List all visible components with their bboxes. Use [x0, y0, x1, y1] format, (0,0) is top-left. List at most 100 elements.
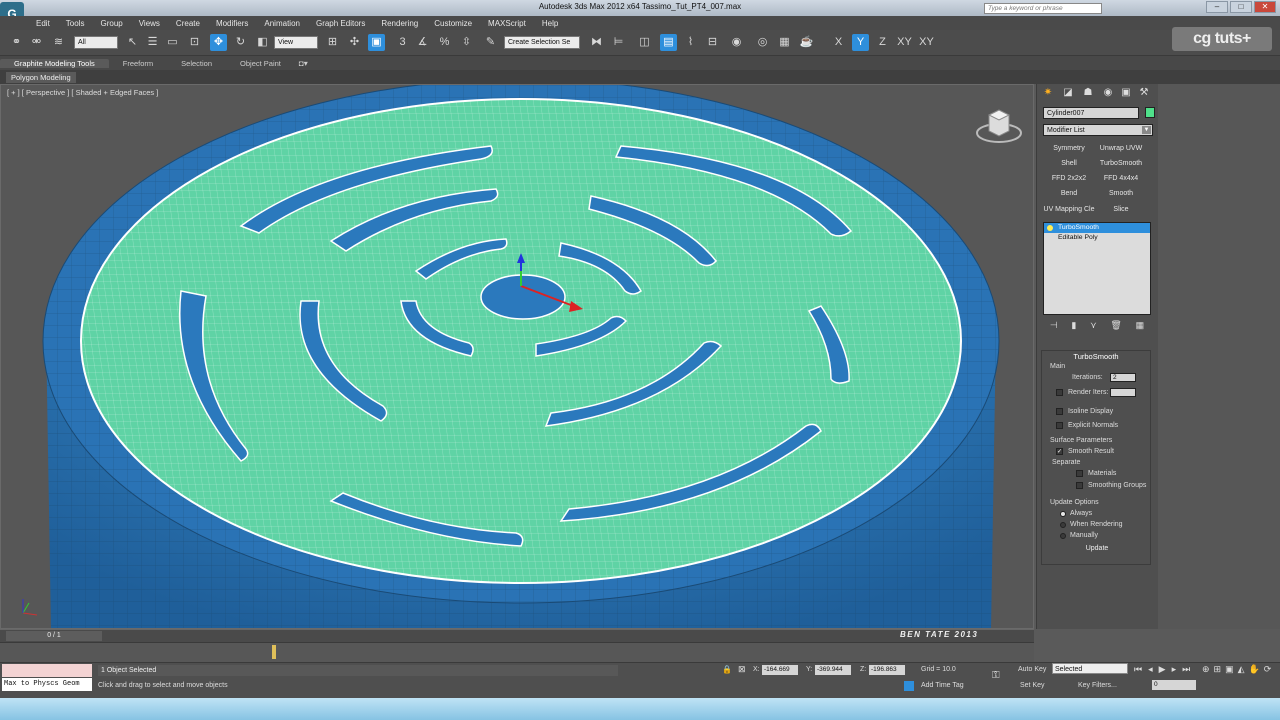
modifier-turbosmooth-button[interactable]: TurboSmooth — [1095, 157, 1147, 170]
axis-xy-cycle-button[interactable]: XY — [918, 34, 935, 51]
tab-polygon-modeling[interactable]: Polygon Modeling — [6, 72, 76, 83]
menu-views[interactable]: Views — [139, 19, 160, 28]
modifier-list-dropdown[interactable]: Modifier List ▼ — [1043, 124, 1153, 136]
minimize-icon[interactable]: – — [1206, 1, 1228, 13]
smooth-result-label[interactable]: Smooth Result — [1068, 448, 1114, 455]
remove-modifier-icon[interactable]: 🗑 — [1110, 320, 1121, 332]
modifier-bend-button[interactable]: Bend — [1043, 187, 1095, 200]
modifier-shell-button[interactable]: Shell — [1043, 157, 1095, 170]
display-tab-icon[interactable]: ▣ — [1119, 87, 1133, 99]
menu-group[interactable]: Group — [100, 19, 122, 28]
rectangular-selection-icon[interactable]: ▭ — [164, 34, 181, 51]
tab-object-paint[interactable]: Object Paint — [226, 59, 295, 68]
rollout-title[interactable]: TurboSmooth — [1042, 351, 1150, 363]
viewcube-icon[interactable] — [975, 105, 1023, 145]
stack-item-turbosmooth[interactable]: TurboSmooth — [1044, 223, 1150, 233]
modifier-ffd-2x2x2-button[interactable]: FFD 2x2x2 — [1043, 172, 1095, 185]
when-rendering-radio[interactable] — [1060, 522, 1066, 528]
play-icon[interactable]: ▶ — [1159, 664, 1166, 675]
axis-y-button[interactable]: Y — [852, 34, 869, 51]
pin-stack-icon[interactable]: ⊣ — [1050, 320, 1058, 332]
always-label[interactable]: Always — [1070, 510, 1092, 517]
select-by-name-icon[interactable]: ☰ — [144, 34, 161, 51]
explicit-normals-checkbox[interactable] — [1056, 422, 1063, 429]
smoothing-groups-checkbox[interactable] — [1076, 482, 1083, 489]
reference-coordinate-dropdown[interactable]: View — [274, 36, 318, 49]
menu-customize[interactable]: Customize — [434, 19, 472, 28]
perspective-viewport[interactable]: [ + ] [ Perspective ] [ Shaded + Edged F… — [0, 84, 1034, 629]
align-icon[interactable]: ⊨ — [610, 34, 627, 51]
y-coordinate-field[interactable]: -369.944 — [815, 665, 851, 675]
curve-editor-icon[interactable]: ⌇ — [682, 34, 699, 51]
z-coordinate-field[interactable]: -196.863 — [869, 665, 905, 675]
menu-create[interactable]: Create — [176, 19, 200, 28]
current-frame-field[interactable]: 0 — [1152, 680, 1196, 690]
tab-graphite-modeling-tools[interactable]: Graphite Modeling Tools — [0, 58, 109, 68]
smoothing-groups-label[interactable]: Smoothing Groups — [1088, 482, 1146, 489]
smooth-result-checkbox[interactable]: ✓ — [1056, 448, 1063, 455]
rendered-frame-icon[interactable]: ▦ — [776, 34, 793, 51]
menu-graph-editors[interactable]: Graph Editors — [316, 19, 365, 28]
orbit-icon[interactable]: ⟳ — [1264, 664, 1272, 675]
explicit-normals-label[interactable]: Explicit Normals — [1068, 422, 1118, 429]
named-selection-dropdown[interactable]: Create Selection Se — [504, 36, 580, 49]
ribbon-options-icon[interactable]: ◘▾ — [295, 59, 308, 68]
modify-tab-icon[interactable]: ◪ — [1061, 87, 1075, 99]
window-crossing-icon[interactable]: ⊡ — [186, 34, 203, 51]
snaps-toggle-icon[interactable]: 3 — [394, 34, 411, 51]
materials-label[interactable]: Materials — [1088, 470, 1116, 477]
previous-frame-icon[interactable]: ◂ — [1148, 664, 1153, 675]
track-bar[interactable] — [0, 642, 1034, 662]
edit-named-selection-icon[interactable]: ✎ — [482, 34, 499, 51]
tab-freeform[interactable]: Freeform — [109, 59, 167, 68]
key-marker[interactable] — [272, 645, 276, 659]
go-to-start-icon[interactable]: ⏮ — [1134, 664, 1142, 675]
select-object-icon[interactable]: ↖ — [124, 34, 141, 51]
menu-maxscript[interactable]: MAXScript — [488, 19, 526, 28]
spinner-snap-icon[interactable]: ⇳ — [458, 34, 475, 51]
pan-icon[interactable]: ✋ — [1249, 664, 1260, 675]
make-unique-icon[interactable]: ⋎ — [1090, 320, 1097, 332]
motion-tab-icon[interactable]: ◉ — [1101, 87, 1115, 99]
isoline-display-label[interactable]: Isoline Display — [1068, 408, 1113, 415]
tab-selection[interactable]: Selection — [167, 59, 226, 68]
isoline-display-checkbox[interactable] — [1056, 408, 1063, 415]
search-input[interactable]: Type a keyword or phrase — [984, 3, 1102, 14]
materials-checkbox[interactable] — [1076, 470, 1083, 477]
menu-help[interactable]: Help — [542, 19, 558, 28]
modifier-smooth-button[interactable]: Smooth — [1095, 187, 1147, 200]
menu-animation[interactable]: Animation — [264, 19, 300, 28]
bind-space-warp-icon[interactable]: ≋ — [50, 34, 67, 51]
hierarchy-tab-icon[interactable]: ☗ — [1081, 87, 1095, 99]
modifier-slice-button[interactable]: Slice — [1095, 203, 1147, 216]
axis-xy-button[interactable]: XY — [896, 34, 913, 51]
mirror-icon[interactable]: ⧓ — [588, 34, 605, 51]
menu-tools[interactable]: Tools — [66, 19, 85, 28]
unlink-icon[interactable]: ⚮ — [28, 34, 45, 51]
auto-key-button[interactable]: Auto Key — [1018, 666, 1046, 673]
render-iters-checkbox[interactable] — [1056, 389, 1063, 396]
axis-x-button[interactable]: X — [830, 34, 847, 51]
manually-radio[interactable] — [1060, 533, 1066, 539]
modifier-unwrap-uvw-button[interactable]: Unwrap UVW — [1095, 142, 1147, 155]
time-tag-icon[interactable] — [904, 681, 914, 691]
always-radio[interactable] — [1060, 511, 1066, 517]
render-setup-icon[interactable]: ◎ — [754, 34, 771, 51]
time-slider[interactable]: 0 / 1 — [6, 631, 102, 641]
angle-snap-icon[interactable]: ∡ — [414, 34, 431, 51]
viewport-label[interactable]: [ + ] [ Perspective ] [ Shaded + Edged F… — [7, 88, 158, 97]
key-mode-dropdown[interactable]: Selected — [1052, 663, 1128, 674]
pivot-center-icon[interactable]: ⊞ — [324, 34, 341, 51]
menu-modifiers[interactable]: Modifiers — [216, 19, 248, 28]
select-manipulate-icon[interactable]: ✣ — [346, 34, 363, 51]
modifier-symmetry-button[interactable]: Symmetry — [1043, 142, 1095, 155]
show-end-result-icon[interactable]: ▮ — [1071, 320, 1076, 332]
material-editor-icon[interactable]: ◉ — [728, 34, 745, 51]
manually-label[interactable]: Manually — [1070, 532, 1098, 539]
axis-z-button[interactable]: Z — [874, 34, 891, 51]
x-coordinate-field[interactable]: -164.669 — [762, 665, 798, 675]
when-rendering-label[interactable]: When Rendering — [1070, 521, 1123, 528]
create-tab-icon[interactable]: ✷ — [1041, 87, 1055, 99]
select-and-move-icon[interactable]: ✥ — [210, 34, 227, 51]
modifier-ffd-4x4x4-button[interactable]: FFD 4x4x4 — [1095, 172, 1147, 185]
